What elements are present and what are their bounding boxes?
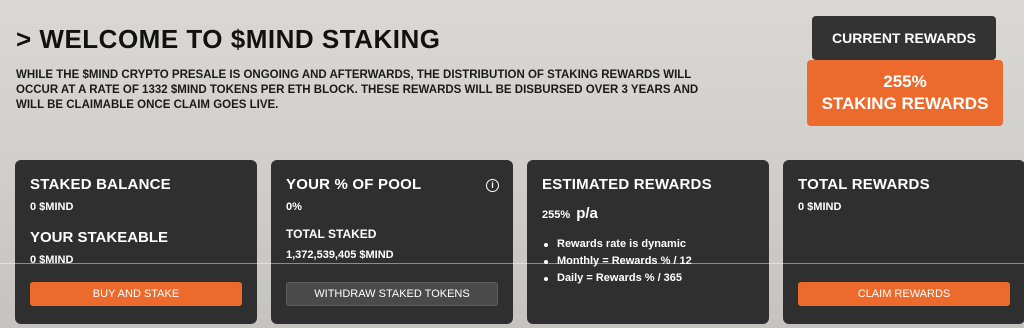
total-rewards-title: TOTAL REWARDS [798, 176, 930, 193]
staking-rate-label: STAKING REWARDS [821, 94, 989, 113]
staking-rewards-rate-box: 255% STAKING REWARDS [807, 60, 1003, 126]
pool-share-value: 0% [286, 201, 302, 213]
buy-and-stake-button[interactable]: BUY AND STAKE [30, 282, 242, 306]
list-item: Monthly = Rewards % / 12 [542, 255, 755, 267]
pool-share-card: YOUR % OF POOL i 0% TOTAL STAKED 1,372,5… [271, 160, 513, 324]
estimated-rate-unit: p/a [576, 205, 598, 222]
stakeable-title: YOUR STAKEABLE [30, 229, 169, 246]
estimated-rate: 255% p/a [542, 205, 755, 222]
claim-rewards-button[interactable]: CLAIM REWARDS [798, 282, 1010, 306]
staking-rate-value: 255% [883, 72, 927, 91]
total-staked-title: TOTAL STAKED [286, 227, 377, 241]
rewards-info-list: Rewards rate is dynamic Monthly = Reward… [542, 238, 755, 284]
pool-share-title: YOUR % OF POOL [286, 176, 422, 193]
intro-text: WHILE THE $MIND CRYPTO PRESALE IS ONGOIN… [16, 69, 699, 111]
total-staked-value: 1,372,539,405 $MIND [286, 249, 394, 261]
info-icon[interactable]: i [486, 179, 499, 192]
staked-balance-title: STAKED BALANCE [30, 176, 171, 193]
staked-balance-value: 0 $MIND [30, 201, 74, 213]
estimated-rewards-title: ESTIMATED REWARDS [542, 176, 712, 193]
withdraw-staked-button[interactable]: WITHDRAW STAKED TOKENS [286, 282, 498, 306]
stakeable-value: 0 $MIND [30, 254, 74, 266]
list-item: Daily = Rewards % / 365 [542, 272, 755, 284]
estimated-rate-value: 255% [542, 209, 571, 221]
page-title: > WELCOME TO $MIND STAKING [16, 24, 441, 54]
staked-balance-card: STAKED BALANCE 0 $MIND YOUR STAKEABLE 0 … [15, 160, 257, 324]
total-rewards-value: 0 $MIND [798, 201, 842, 213]
staking-page: > WELCOME TO $MIND STAKING WHILE THE $MI… [0, 0, 1024, 328]
list-item: Rewards rate is dynamic [542, 238, 755, 250]
divider [0, 263, 1024, 264]
estimated-rewards-card: ESTIMATED REWARDS 255% p/a Rewards rate … [527, 160, 769, 324]
total-rewards-card: TOTAL REWARDS 0 $MIND CLAIM REWARDS [783, 160, 1024, 324]
current-rewards-button[interactable]: CURRENT REWARDS [812, 16, 996, 60]
